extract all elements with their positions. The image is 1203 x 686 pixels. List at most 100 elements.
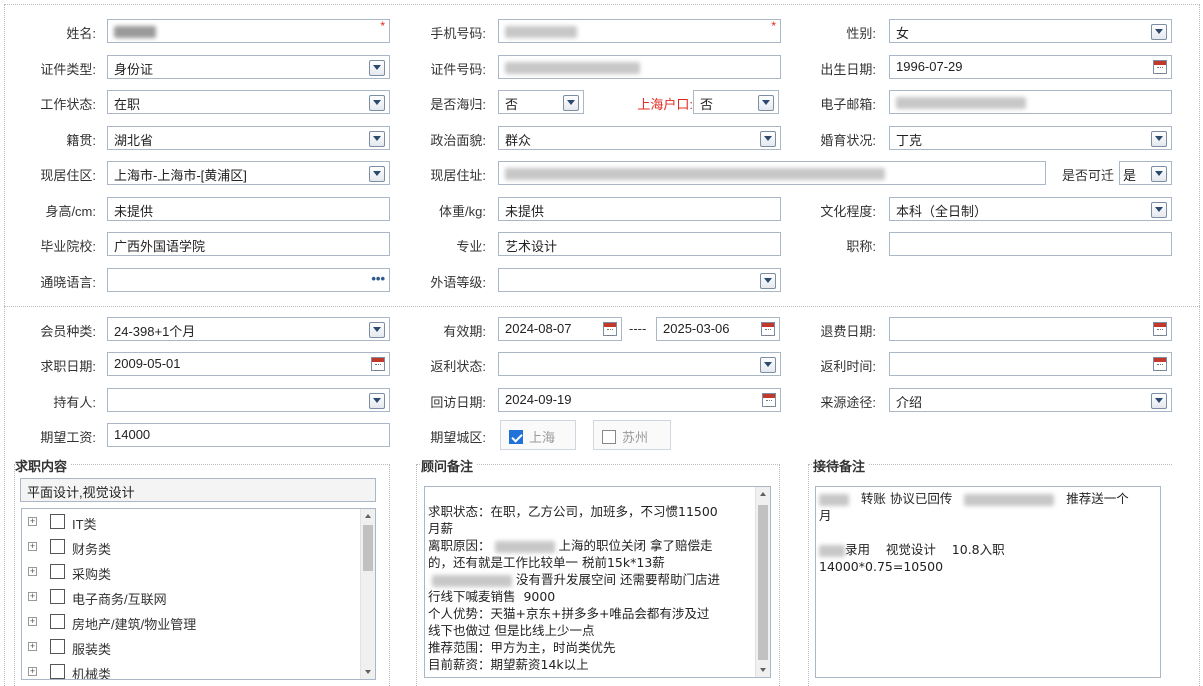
marital-select[interactable]: 丁克 xyxy=(889,126,1172,150)
expand-icon[interactable]: + xyxy=(28,642,37,651)
expand-icon[interactable]: + xyxy=(28,617,37,626)
height-value: 未提供 xyxy=(114,204,154,219)
reception-notes-textarea[interactable]: 转账 协议已回传 推荐送一个 月 录用 视觉设计 10.8入职 14000*0.… xyxy=(815,486,1161,678)
checkbox-icon[interactable] xyxy=(50,614,65,629)
relocate-select[interactable]: 是 xyxy=(1119,161,1172,185)
work-status-select[interactable]: 在职 xyxy=(107,90,390,114)
chevron-down-icon xyxy=(764,362,772,367)
residence-area-select[interactable]: 上海市-上海市-[黄浦区] xyxy=(107,161,390,185)
city-option-suzhou[interactable]: 苏州 xyxy=(593,420,671,450)
political-select[interactable]: 群众 xyxy=(498,126,781,150)
scroll-thumb[interactable] xyxy=(758,505,768,660)
email-input[interactable] xyxy=(889,90,1172,114)
height-input[interactable]: 未提供 xyxy=(107,197,390,221)
expand-icon[interactable]: + xyxy=(28,592,37,601)
checkbox-icon[interactable] xyxy=(50,539,65,554)
relocate-value: 是 xyxy=(1123,168,1137,183)
calendar-icon[interactable] xyxy=(1153,322,1167,336)
advisor-note-line: 线下也做过 但是比线上少一点 xyxy=(428,622,753,639)
advisor-note-text: 推荐范围：甲方为主，时尚类优先 xyxy=(428,640,616,655)
calendar-icon[interactable] xyxy=(762,393,776,407)
marital-value: 丁克 xyxy=(896,133,923,148)
scroll-thumb[interactable] xyxy=(363,525,373,571)
expand-icon[interactable]: + xyxy=(28,542,37,551)
city-option-label: 上海 xyxy=(529,430,556,445)
advisor-note-text: 行线下喊麦销售 9000 xyxy=(428,589,556,604)
major-input[interactable]: 艺术设计 xyxy=(498,232,781,256)
calendar-icon[interactable] xyxy=(1153,60,1167,74)
expand-icon[interactable]: + xyxy=(28,667,37,676)
refund-date-input[interactable] xyxy=(889,317,1172,341)
education-label: 文化程度: xyxy=(820,204,876,219)
mobile-input[interactable]: * xyxy=(498,19,781,43)
job-date-input[interactable]: 2009-05-01 xyxy=(107,352,390,376)
checkbox-icon[interactable] xyxy=(50,639,65,654)
checkbox-icon[interactable] xyxy=(50,514,65,529)
redacted-mobile xyxy=(505,25,577,38)
salary-input[interactable]: 14000 xyxy=(107,423,390,447)
gender-select[interactable]: 女 xyxy=(889,19,1172,43)
title-input[interactable] xyxy=(889,232,1172,256)
school-label: 毕业院校: xyxy=(40,239,96,254)
redacted-text xyxy=(964,493,1055,506)
source-select[interactable]: 介绍 xyxy=(889,388,1172,412)
advisor-notes-title: 顾问备注 xyxy=(421,456,478,475)
checkbox-icon[interactable] xyxy=(602,430,616,444)
education-value: 本科（全日制） xyxy=(896,204,988,219)
birthdate-input[interactable]: 1996-07-29 xyxy=(889,55,1172,79)
row-native: 籍贯: 湖北省 政治面貌: 群众 婚育状况: 丁克 xyxy=(0,126,1203,150)
row-residence: 现居住区: 上海市-上海市-[黄浦区] 现居住址: 是否可迁 是 xyxy=(0,161,1203,185)
overseas-select[interactable]: 否 xyxy=(498,90,584,114)
lang-level-select[interactable] xyxy=(498,268,781,292)
row-work: 工作状态: 在职 是否海归: 否 上海户口: 否 电子邮箱: xyxy=(0,90,1203,114)
scroll-up-icon[interactable] xyxy=(365,514,371,518)
tree-scrollbar[interactable] xyxy=(360,509,375,679)
member-type-select[interactable]: 24-398+1个月 xyxy=(107,317,390,341)
scroll-down-icon[interactable] xyxy=(365,670,371,674)
expand-icon[interactable]: + xyxy=(28,567,37,576)
checkbox-checked-icon[interactable] xyxy=(509,430,523,444)
validity-start-input[interactable]: 2024-08-07 xyxy=(498,317,622,341)
weight-value: 未提供 xyxy=(505,204,545,219)
member-type-label: 会员种类: xyxy=(40,324,96,339)
revisit-date-input[interactable]: 2024-09-19 xyxy=(498,388,781,412)
more-icon[interactable]: ••• xyxy=(371,271,385,286)
calendar-icon[interactable] xyxy=(603,322,617,336)
address-input[interactable] xyxy=(498,161,1046,185)
education-select[interactable]: 本科（全日制） xyxy=(889,197,1172,221)
salary-value: 14000 xyxy=(114,427,151,442)
calendar-icon[interactable] xyxy=(1153,357,1167,371)
scroll-down-icon[interactable] xyxy=(760,668,766,672)
rebate-status-select[interactable] xyxy=(498,352,781,376)
advisor-notes-textarea[interactable]: 求职状态：在职，乙方公司，加班多，不习惯11500 月薪 离职原因： 上海的职位关闭 … xyxy=(424,486,771,678)
city-option-shanghai[interactable]: 上海 xyxy=(500,420,576,450)
notes-scrollbar[interactable] xyxy=(755,487,770,677)
validity-end-input[interactable]: 2025-03-06 xyxy=(656,317,780,341)
id-number-input[interactable] xyxy=(498,55,781,79)
weight-input[interactable]: 未提供 xyxy=(498,197,781,221)
row-school: 毕业院校: 广西外国语学院 专业: 艺术设计 职称: xyxy=(0,232,1203,256)
calendar-icon[interactable] xyxy=(371,357,385,371)
reception-note-text: 转账 协议已回传 xyxy=(860,491,953,506)
scroll-up-icon[interactable] xyxy=(760,492,766,496)
checkbox-icon[interactable] xyxy=(50,564,65,579)
native-select[interactable]: 湖北省 xyxy=(107,126,390,150)
advisor-note-text: 个人优势：天猫+京东+拼多多+唯品会都有涉及过 xyxy=(428,606,710,621)
languages-input[interactable]: ••• xyxy=(107,268,390,292)
sh-hukou-select[interactable]: 否 xyxy=(693,90,779,114)
weight-label: 体重/kg: xyxy=(439,204,486,219)
holder-select[interactable] xyxy=(107,388,390,412)
id-type-select[interactable]: 身份证 xyxy=(107,55,390,79)
advisor-note-text: 上海的职位关闭 拿了赔偿走 xyxy=(558,538,713,553)
tree-item-label: 机械类 xyxy=(72,667,112,680)
checkbox-icon[interactable] xyxy=(50,589,65,604)
calendar-icon[interactable] xyxy=(761,322,775,336)
name-input[interactable]: * xyxy=(107,19,390,43)
rebate-time-input[interactable] xyxy=(889,352,1172,376)
row-holder: 持有人: 回访日期: 2024-09-19 来源途径: 介绍 xyxy=(0,388,1203,412)
checkbox-icon[interactable] xyxy=(50,664,65,679)
school-input[interactable]: 广西外国语学院 xyxy=(107,232,390,256)
refund-date-label: 退费日期: xyxy=(820,324,876,339)
expand-icon[interactable]: + xyxy=(28,517,37,526)
job-category-tree[interactable]: + IT类 + 财务类 + 采购类 + 电子商务/互联网 + 房地产/建筑/物业管理 + 服… xyxy=(21,508,376,680)
